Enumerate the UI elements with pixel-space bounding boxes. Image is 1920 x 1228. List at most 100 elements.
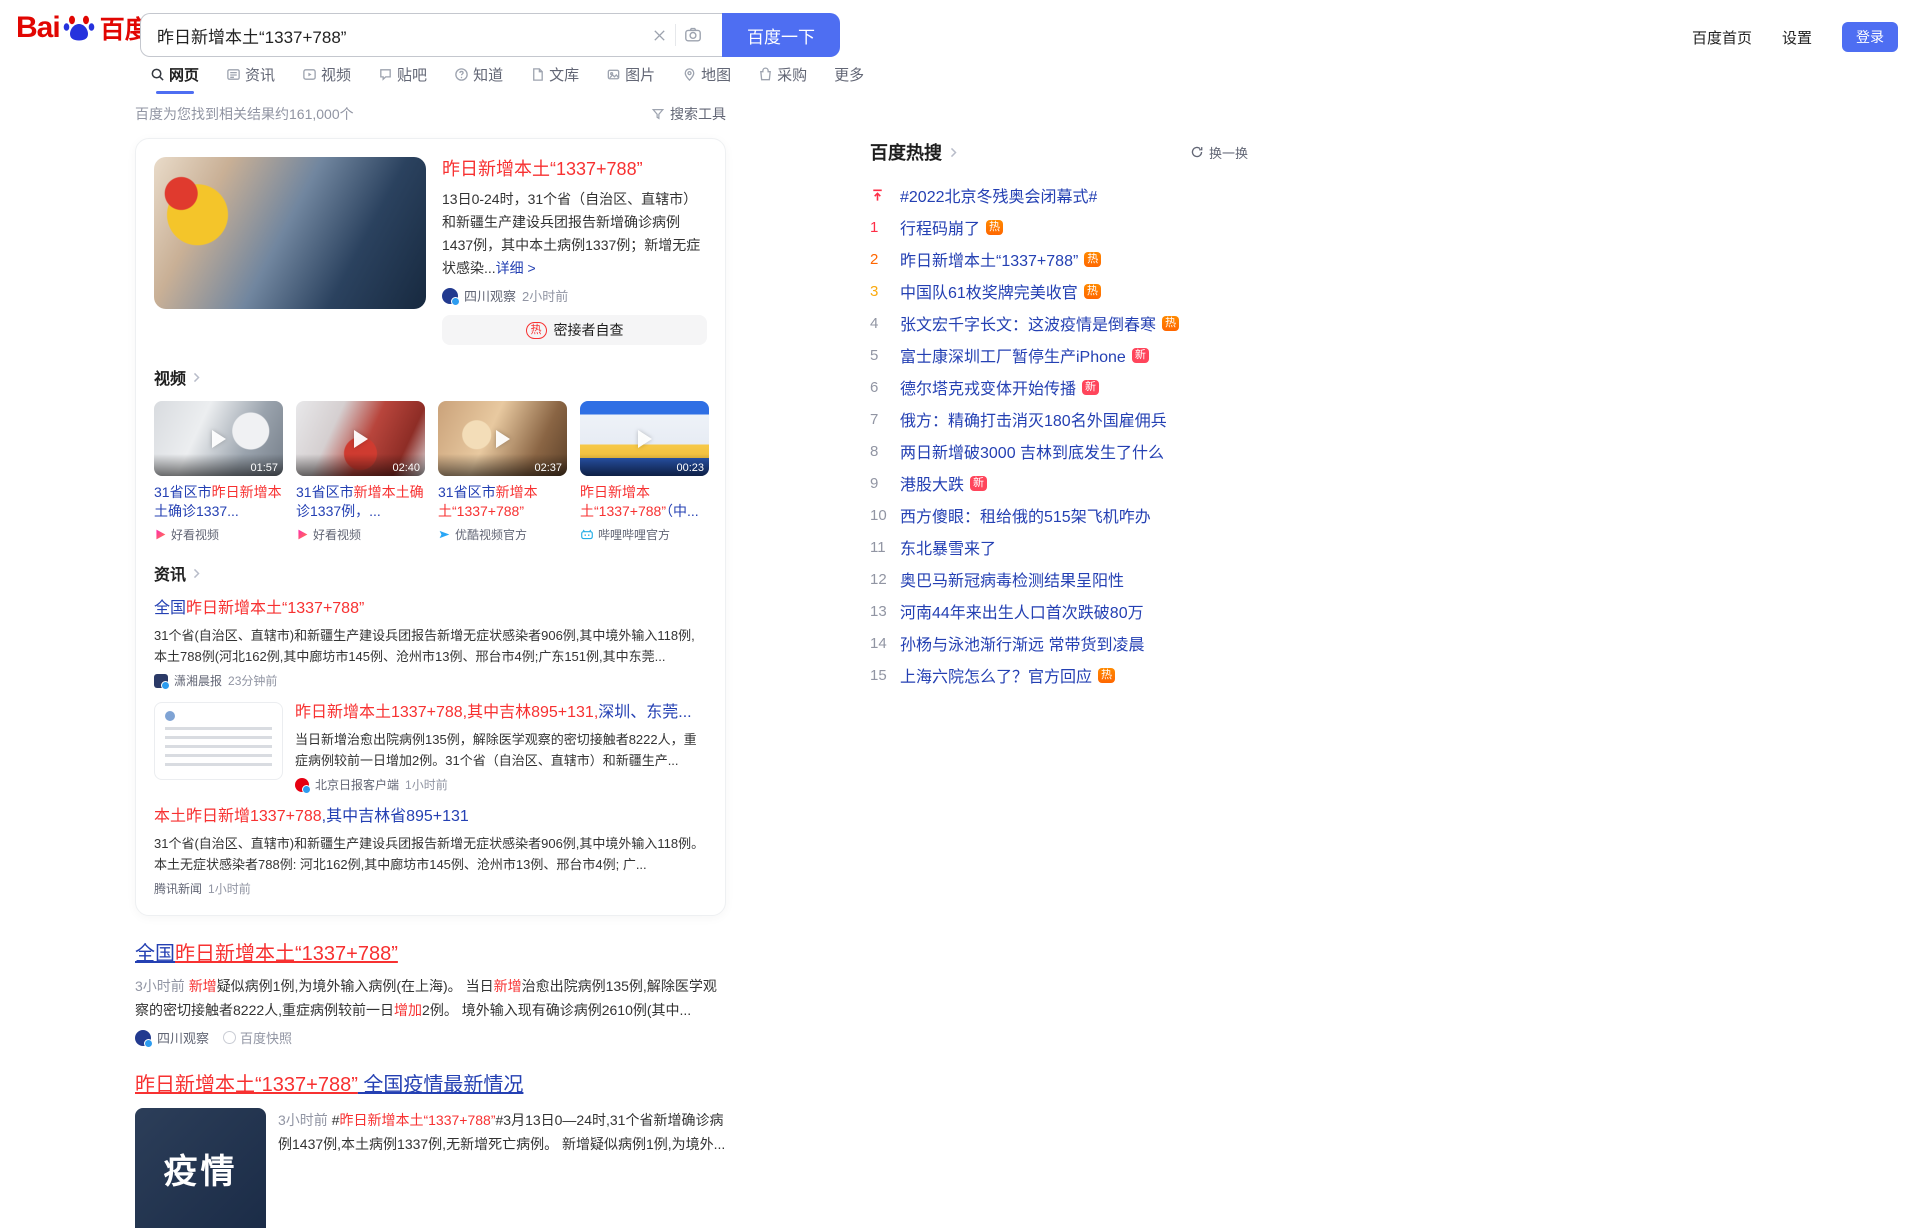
close-contact-self-check-link[interactable]: 热 密接者自查 — [442, 315, 707, 345]
chevron-right-icon — [193, 372, 200, 382]
sichuan-guancha-logo-icon — [135, 1029, 153, 1048]
video-thumbnail[interactable]: 00:23 — [580, 401, 709, 476]
login-button[interactable]: 登录 — [1842, 22, 1898, 52]
baidu-snapshot-link[interactable]: 百度快照 — [223, 1028, 292, 1047]
result-title[interactable]: 全国昨日新增本土“1337+788” — [135, 941, 726, 967]
hot-item[interactable]: 1 行程码崩了 热 — [870, 211, 1248, 243]
hot-pill-badge: 热 — [525, 321, 547, 339]
hot-item[interactable]: 11 东北暴雪来了 — [870, 531, 1248, 563]
refresh-hot-list-button[interactable]: 换一换 — [1190, 143, 1248, 162]
hot-item[interactable]: 14 孙杨与泳池渐行渐远 常带货到凌晨 — [870, 627, 1248, 659]
hot-item[interactable]: 5 富士康深圳工厂暂停生产iPhone 新 — [870, 339, 1248, 371]
main-result-source[interactable]: 四川观察 2小时前 — [442, 286, 707, 306]
settings-link[interactable]: 设置 — [1782, 27, 1812, 48]
result-title[interactable]: 昨日新增本土“1337+788” 全国疫情最新情况 — [135, 1072, 726, 1098]
card-main-result: 昨日新增本土“1337+788” 13日0-24时，31个省（自治区、直辖市）和… — [154, 157, 707, 345]
play-icon — [211, 429, 226, 448]
hot-item[interactable]: 15 上海六院怎么了？官方回应 热 — [870, 659, 1248, 691]
hot-item[interactable]: 6 德尔塔克戎变体开始传播 新 — [870, 371, 1248, 403]
search-input[interactable] — [157, 25, 644, 45]
tab-wenku[interactable]: 文库 — [530, 64, 579, 94]
news-title[interactable]: 本土昨日新增1337+788,其中吉林省895+131 — [154, 806, 707, 828]
result-source[interactable]: 四川观察 百度快照 — [135, 1028, 726, 1048]
video-duration: 02:40 — [296, 454, 425, 476]
logo-latin: Bai — [16, 11, 61, 44]
video-thumbnail[interactable]: 02:40 — [296, 401, 425, 476]
video-caption[interactable]: 昨日新增本土“1337+788”（中... — [580, 483, 709, 521]
hot-item-top[interactable]: #2022北京冬残奥会闭幕式# — [870, 179, 1248, 211]
refresh-icon — [1191, 146, 1203, 158]
hot-badge: 热 — [1162, 315, 1180, 331]
hot-item[interactable]: 12 奥巴马新冠病毒检测结果呈阳性 — [870, 563, 1248, 595]
video-caption[interactable]: 31省区市新增本土确诊1337例，... — [296, 483, 425, 521]
main-result-title[interactable]: 昨日新增本土“1337+788” — [442, 157, 707, 181]
search-button[interactable]: 百度一下 — [722, 13, 840, 57]
news-description: 31个省(自治区、直辖市)和新疆生产建设兵团报告新增无症状感染者906例,其中境… — [154, 628, 695, 664]
video-caption[interactable]: 31省区市昨日新增本土确诊1337... — [154, 483, 283, 521]
tab-zhidao[interactable]: 知道 — [454, 64, 503, 94]
baidu-hot-search-panel: 百度热搜 换一换 #2022北京冬残奥会闭幕式# 1 行程码崩了 热 2 昨日新… — [870, 139, 1248, 691]
video-source[interactable]: 好看视频 — [296, 526, 425, 543]
search-tools-button[interactable]: 搜索工具 — [651, 104, 726, 124]
hot-badge: 热 — [1098, 667, 1116, 683]
hot-badge: 热 — [1083, 283, 1101, 299]
news-source[interactable]: 北京日报客户端 1小时前 — [295, 776, 707, 794]
video-thumbnail[interactable]: 01:57 — [154, 401, 283, 476]
play-icon — [495, 429, 510, 448]
hot-item[interactable]: 2 昨日新增本土“1337+788” 热 — [870, 243, 1248, 275]
video-caption[interactable]: 31省区市新增本土“1337+788” — [438, 483, 567, 521]
main-result-thumbnail[interactable] — [154, 157, 426, 309]
hot-item[interactable]: 3 中国队61枚奖牌完美收官 热 — [870, 275, 1248, 307]
hot-item[interactable]: 7 俄方：精确打击消灭180名外国雇佣兵 — [870, 403, 1248, 435]
haokan-video-icon — [156, 529, 166, 540]
search-bar: 百度一下 — [140, 13, 840, 57]
news-item: 本土昨日新增1337+788,其中吉林省895+131 31个省(自治区、直辖市… — [154, 806, 707, 897]
main-result-description[interactable]: 13日0-24时，31个省（自治区、直辖市）和新疆生产建设兵团报告新增确诊病例1… — [442, 188, 707, 280]
tieba-icon — [380, 69, 391, 81]
news-section: 资讯 全国昨日新增本土“1337+788” 31个省(自治区、直辖市)和新疆生产… — [154, 561, 707, 897]
video-section-header[interactable]: 视频 — [154, 365, 707, 389]
funnel-icon — [651, 109, 665, 120]
baidu-logo[interactable]: Bai 百度 — [16, 10, 150, 46]
results-column: 百度为您找到相关结果约161,000个 搜索工具 昨日新增本土“1337+788… — [135, 104, 726, 1228]
hot-item[interactable]: 4 张文宏千字长文：这波疫情是倒春寒 热 — [870, 307, 1248, 339]
tab-webpage[interactable]: 网页 — [150, 64, 199, 94]
search-input-box[interactable] — [140, 13, 722, 57]
organic-result: 全国昨日新增本土“1337+788” 3小时前 新增疑似病例1例,为境外输入病例… — [135, 941, 726, 1048]
news-thumbnail[interactable] — [154, 702, 283, 780]
beijing-ribao-logo-icon — [295, 777, 311, 794]
tab-news[interactable]: 资讯 — [226, 64, 275, 94]
video-thumbnail[interactable]: 02:37 — [438, 401, 567, 476]
hot-item[interactable]: 9 港股大跌 新 — [870, 467, 1248, 499]
news-source[interactable]: 腾讯新闻 1小时前 — [154, 880, 707, 897]
hot-item[interactable]: 10 西方傻眼：租给俄的515架飞机咋办 — [870, 499, 1248, 531]
news-title[interactable]: 昨日新增本土1337+788,其中吉林895+131,深圳、东莞... — [295, 702, 707, 724]
epidemic-thumbnail[interactable]: 疫情 — [135, 1108, 266, 1228]
video-source[interactable]: 哔哩哔哩官方 — [580, 526, 709, 543]
video-card: 02:40 31省区市新增本土确诊1337例，... 好看视频 — [296, 401, 425, 543]
hot-search-title[interactable]: 百度热搜 — [870, 139, 960, 165]
news-description: 当日新增治愈出院病例135例，解除医学观察的密切接触者8222人，重症病例较前一… — [295, 732, 697, 768]
video-section: 视频 01:57 31省区市昨日新增本土确诊1337... 好看视频 02:40… — [154, 365, 709, 543]
video-source[interactable]: 优酷视频官方 — [438, 526, 567, 543]
baidu-paw-icon — [62, 11, 96, 45]
news-source[interactable]: 潇湘晨报 23分钟前 — [154, 672, 707, 690]
hot-item[interactable]: 8 两日新增破3000 吉林到底发生了什么 — [870, 435, 1248, 467]
news-title[interactable]: 全国昨日新增本土“1337+788” — [154, 598, 707, 620]
map-pin-icon — [684, 68, 695, 82]
bilibili-icon — [581, 529, 593, 540]
tab-caigou[interactable]: 采购 — [758, 64, 807, 94]
tab-more[interactable]: 更多 — [834, 64, 864, 94]
result-description: 3小时前 新增疑似病例1例,为境外输入病例(在上海)。 当日新增治愈出院病例13… — [135, 978, 717, 1018]
results-info-bar: 百度为您找到相关结果约161,000个 搜索工具 — [135, 104, 726, 124]
tab-images[interactable]: 图片 — [606, 64, 655, 94]
tab-video[interactable]: 视频 — [302, 64, 351, 94]
video-source[interactable]: 好看视频 — [154, 526, 283, 543]
clear-search-icon[interactable] — [644, 28, 675, 43]
camera-search-icon[interactable] — [676, 26, 710, 44]
tab-maps[interactable]: 地图 — [682, 64, 731, 94]
tab-tieba[interactable]: 贴吧 — [378, 64, 427, 94]
home-link[interactable]: 百度首页 — [1692, 27, 1752, 48]
hot-item[interactable]: 13 河南44年来出生人口首次跌破80万 — [870, 595, 1248, 627]
news-section-header[interactable]: 资讯 — [154, 561, 707, 585]
